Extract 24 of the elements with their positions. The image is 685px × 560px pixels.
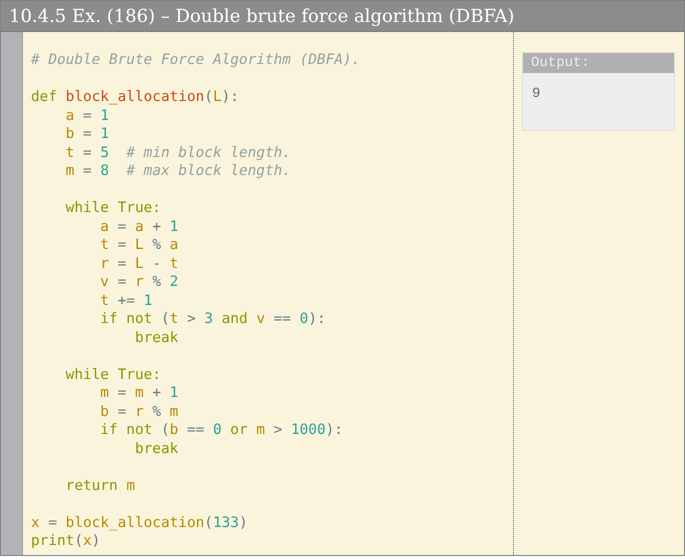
code-line: print(x) xyxy=(31,532,100,550)
code-line: a = 1 xyxy=(64,106,109,125)
code-line: m = 8 # max block length. xyxy=(64,162,291,180)
code-line: v = r % 2 xyxy=(99,273,178,292)
code-line: if not (b == 0 or m > 1000): xyxy=(99,421,343,440)
code-line: a = a + 1 xyxy=(99,218,178,236)
code-line: break xyxy=(134,328,178,347)
output-header: Output: xyxy=(523,53,674,73)
code-line: b = r % m xyxy=(99,402,178,421)
code-line: while True: xyxy=(64,199,161,218)
code-line: if not (t > 3 and v == 0): xyxy=(99,310,326,328)
code-line: m = m + 1 xyxy=(99,384,178,402)
code-line: t = L % a xyxy=(99,236,178,254)
code-line: t += 1 xyxy=(99,292,152,310)
code-line: x = block_allocation(133) xyxy=(31,514,248,532)
code-line: b = 1 xyxy=(64,125,109,144)
code-line: while True: xyxy=(64,366,161,384)
code-line: return m xyxy=(64,476,135,495)
output-value: 9 xyxy=(531,85,542,104)
code-line: r = L - t xyxy=(99,254,178,273)
code-line: def block_allocation(L): xyxy=(31,88,239,106)
code-line: t = 5 # min block length. xyxy=(64,144,291,162)
code-line: break xyxy=(134,440,178,458)
code-line: # Double Brute Force Algorithm (DBFA). xyxy=(31,51,360,70)
